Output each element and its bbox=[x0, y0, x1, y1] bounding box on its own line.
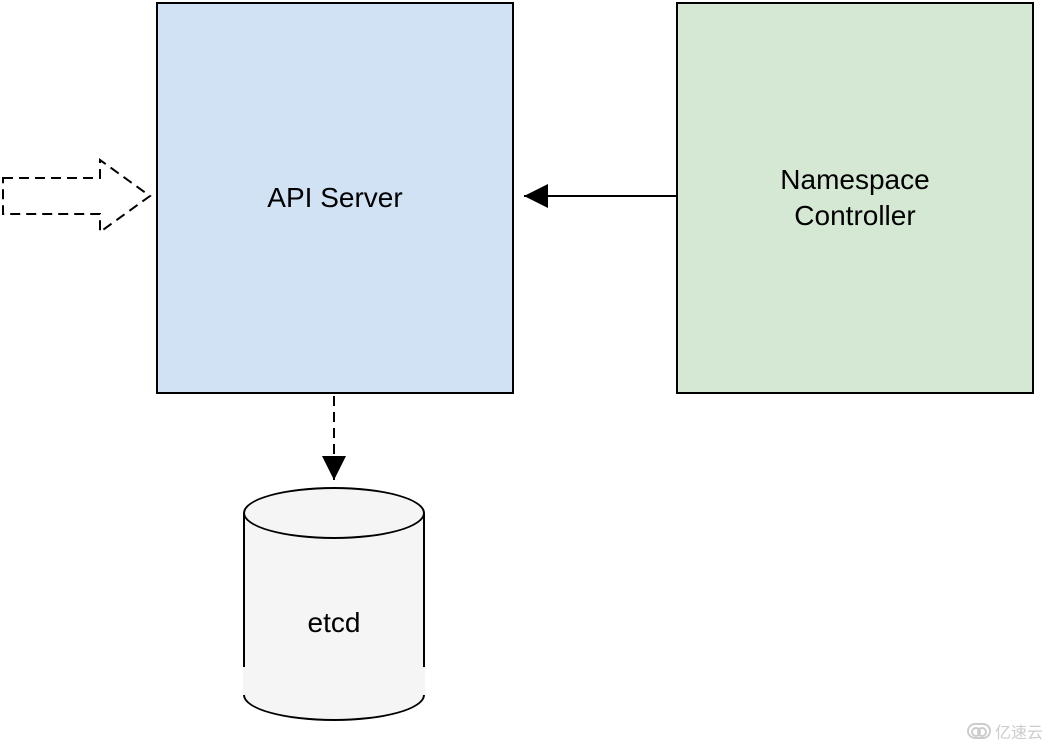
node-api-server-label: API Server bbox=[267, 180, 402, 216]
node-namespace-controller: Namespace Controller bbox=[676, 2, 1034, 394]
node-etcd-label: etcd bbox=[243, 607, 425, 639]
node-etcd: etcd bbox=[243, 487, 425, 721]
watermark: 亿速云 bbox=[967, 719, 1043, 743]
watermark-text: 亿速云 bbox=[995, 719, 1043, 743]
watermark-icon bbox=[967, 723, 991, 739]
node-namespace-controller-label: Namespace Controller bbox=[780, 162, 929, 235]
node-api-server: API Server bbox=[156, 2, 514, 394]
arrow-external-to-api bbox=[3, 160, 150, 232]
